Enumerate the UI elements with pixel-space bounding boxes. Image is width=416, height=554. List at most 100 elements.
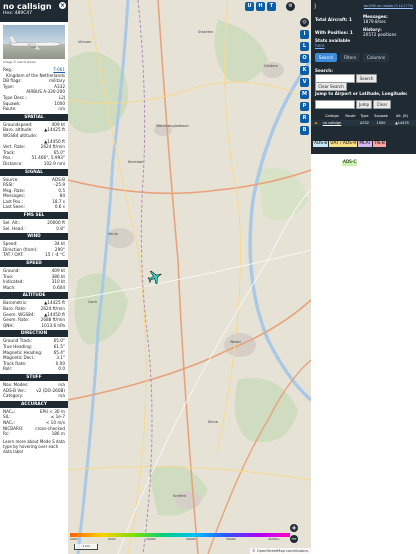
close-icon[interactable]: × xyxy=(59,2,66,9)
stats-link[interactable]: here xyxy=(315,43,324,48)
speed-value: 0.604 xyxy=(53,284,65,290)
map-button-m[interactable]: M xyxy=(300,90,309,99)
clear-search-button[interactable]: Clear Search xyxy=(315,82,347,91)
scale-bar: 1 km xyxy=(74,544,98,550)
aircraft-info-panel: no callsign Hex: 489C47 × Image © Gerrit… xyxy=(0,0,69,554)
map-attribution[interactable]: © OpenStreetMap contributors. xyxy=(250,548,311,554)
signal-label: Last Seen: xyxy=(3,204,25,210)
aircraft-photo[interactable] xyxy=(3,25,65,59)
place-label: Wesel xyxy=(230,340,241,344)
flag-icon: ▬ xyxy=(314,121,318,125)
source-legend: ADS-B UAT / ADS-R MLAT TIS-B Mode-S AIS ADS-C xyxy=(313,129,413,167)
altitude-tick-label: 40000+ xyxy=(268,537,281,541)
spatial-label: Distance: xyxy=(3,160,23,166)
direction-value: 0.0 xyxy=(58,366,65,372)
selected-callsign: no callsign xyxy=(3,2,52,11)
section-stuff-title: STUFF xyxy=(0,373,68,381)
map-button-o[interactable]: O xyxy=(300,54,309,63)
legend-modes: Mode-S xyxy=(314,160,330,165)
stuff-value: n/a xyxy=(58,393,65,399)
section-signal-title: SIGNAL xyxy=(0,168,68,176)
place-label: Mönchengladbach xyxy=(156,124,189,128)
map-button-b[interactable]: B xyxy=(300,126,309,135)
row-altitude: ▲14425 xyxy=(395,121,409,125)
tab-filters[interactable]: Filters xyxy=(340,53,360,62)
info-footer: Learn more about Mode S data type by hov… xyxy=(3,438,65,454)
jump-label: Jump to Airport or Latitude, Longitude: xyxy=(315,91,408,96)
place-label: Viersen xyxy=(78,40,92,44)
altitude-row: QNH: 1013.6 hPa xyxy=(0,323,68,329)
place-label: Venlo xyxy=(108,232,118,236)
map-button-u[interactable]: U xyxy=(245,2,254,11)
selected-hex: Hex: 489C47 xyxy=(3,11,33,16)
legend-adsc: ADS-C xyxy=(341,160,358,166)
signal-row: Last Seen: 0.6 s xyxy=(0,204,68,210)
section-wind-title: WIND xyxy=(0,233,68,241)
zoom-out-button[interactable]: − xyxy=(290,535,298,543)
altitude-value: 1013.6 hPa xyxy=(41,322,65,328)
wind-row: TAT / OAT: 15 / -4 °C xyxy=(0,252,68,258)
version-link[interactable]: tar1090 on readsb (3.14.1770) xyxy=(364,4,413,8)
place-label: Krefeld xyxy=(173,494,186,498)
speed-row: Mach: 0.604 xyxy=(0,285,68,291)
clear-jump-button[interactable]: Clear xyxy=(373,100,391,109)
search-label: Search: xyxy=(315,68,333,73)
sidebar: ⟩ tar1090 on readsb (3.14.1770) Total Ai… xyxy=(311,0,416,554)
row-callsign[interactable]: no callsign xyxy=(321,120,343,126)
place-label: Geldern xyxy=(264,64,279,68)
search-button[interactable]: Search xyxy=(356,74,377,83)
direction-label: Roll: xyxy=(3,366,13,372)
table-row[interactable]: ▬ no callsign A332 1000 ▲14425 xyxy=(311,120,416,126)
with-position: With Position: 1 xyxy=(315,30,353,35)
column-flag[interactable] xyxy=(311,113,321,120)
altitude-color-legend[interactable] xyxy=(70,533,290,537)
spatial-value: ▲14425 ft xyxy=(44,127,65,133)
wind-value: 15 / -4 °C xyxy=(45,252,65,258)
altitude-label: QNH: xyxy=(3,322,14,328)
jump-button[interactable]: Jump xyxy=(356,100,372,109)
layers-icon[interactable]: ◎ xyxy=(300,18,309,27)
history-value: 20572 positions xyxy=(363,32,397,37)
spatial-row: Distance: 102.9 nmi xyxy=(0,161,68,167)
map-button-p[interactable]: P xyxy=(300,102,309,111)
map-button-r[interactable]: R xyxy=(300,114,309,123)
map-button-k[interactable]: K xyxy=(300,66,309,75)
row-type: A332 xyxy=(359,121,370,125)
stuff-label: Category: xyxy=(3,393,24,399)
messages-value: 1879.8/sec xyxy=(363,19,387,24)
column-callsign[interactable]: Callsign xyxy=(321,113,343,120)
fms-label: Sel. Head.: xyxy=(3,225,26,231)
place-label: Kevelaer xyxy=(128,160,144,164)
map-button-i[interactable]: I xyxy=(300,30,309,39)
map-button-t[interactable]: T xyxy=(267,2,276,11)
column-altitude[interactable]: Alt. (ft) xyxy=(391,113,413,120)
section-fms-title: FMS SEL xyxy=(0,212,68,220)
info-header: no callsign Hex: 489C47 × xyxy=(0,0,68,22)
row-route xyxy=(343,120,358,126)
map-button-v[interactable]: V xyxy=(300,78,309,87)
map-button-h[interactable]: H xyxy=(256,2,265,11)
signal-value: 0.6 s xyxy=(54,204,65,210)
map-button-l[interactable]: L xyxy=(300,42,309,51)
tab-columns[interactable]: Columns xyxy=(363,53,389,62)
map-background xyxy=(68,0,311,554)
row-squawk: 1000 xyxy=(376,121,386,125)
aircraft-marker-icon[interactable] xyxy=(148,270,162,284)
legend-tisb: TIS-B xyxy=(372,141,386,147)
column-type[interactable]: Type xyxy=(358,113,371,120)
legend-uat: UAT / ADS-R xyxy=(329,141,358,147)
column-squawk[interactable]: Squawk xyxy=(371,113,391,120)
tab-search[interactable]: Search xyxy=(315,53,337,62)
column-route[interactable]: Route xyxy=(343,113,358,120)
zoom-in-button[interactable]: + xyxy=(290,524,298,532)
legend-mlat: MLAT xyxy=(358,141,372,147)
altitude-tick-label: 10000 xyxy=(146,537,156,541)
spatial-value: 102.9 nmi xyxy=(43,160,65,166)
wind-label: TAT / OAT: xyxy=(3,252,24,258)
map-view[interactable]: Venlo Wesel Krefeld Geldern Mönchengladbach G… xyxy=(68,0,311,554)
fms-value: 0.8° xyxy=(56,225,65,231)
collapse-sidebar-icon[interactable]: ⟩ xyxy=(314,3,316,10)
settings-gear-icon[interactable]: ⚙ xyxy=(286,2,295,11)
stuff-row: Category: n/a xyxy=(0,393,68,399)
jump-input[interactable] xyxy=(315,100,355,109)
